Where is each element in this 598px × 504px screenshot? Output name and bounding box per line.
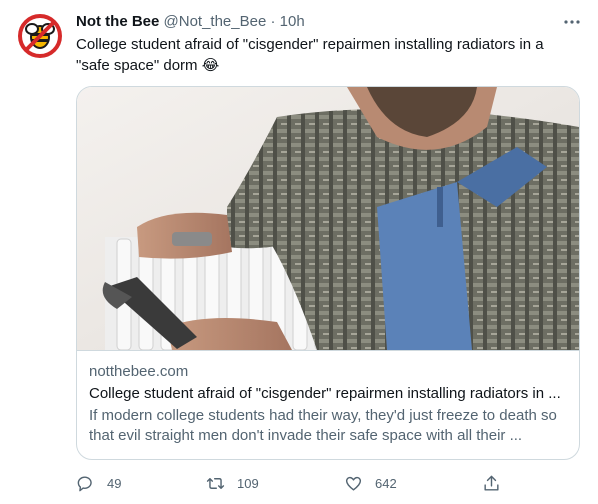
share-button[interactable] xyxy=(482,472,501,494)
share-icon xyxy=(484,475,499,491)
tweet-text: College student afraid of "cisgender" re… xyxy=(76,36,544,74)
more-horizontal-icon xyxy=(564,20,580,24)
card-title[interactable]: College student afraid of "cisgender" re… xyxy=(89,384,569,404)
author-handle[interactable]: @Not_the_Bee xyxy=(164,13,267,30)
reply-count: 49 xyxy=(107,475,122,491)
like-count: 642 xyxy=(375,475,397,491)
reply-icon xyxy=(77,475,92,491)
card-body: notthebee.com College student afraid of … xyxy=(89,362,569,446)
card-description: If modern college students had their way… xyxy=(89,407,557,444)
tweet-header: Not the Bee @Not_the_Bee · 10h xyxy=(76,12,305,32)
link-card[interactable]: notthebee.com College student afraid of … xyxy=(76,86,580,460)
repairman-photo xyxy=(77,87,579,350)
avatar[interactable] xyxy=(16,12,64,60)
tweet-actions: 49 109 642 xyxy=(76,472,506,494)
reply-button[interactable]: 49 xyxy=(76,472,121,494)
bee-logo-icon xyxy=(17,13,63,59)
retweet-button[interactable]: 109 xyxy=(206,472,259,494)
header-separator: · xyxy=(270,13,276,30)
card-image[interactable] xyxy=(77,87,579,351)
author-name[interactable]: Not the Bee xyxy=(76,13,159,30)
retweet-count: 109 xyxy=(237,475,259,491)
like-icon xyxy=(345,476,362,491)
card-domain: notthebee.com xyxy=(89,363,189,380)
tweet[interactable]: Not the Bee @Not_the_Bee · 10h College s… xyxy=(0,0,598,504)
retweet-icon xyxy=(206,477,225,489)
tweet-time[interactable]: 10h xyxy=(280,13,305,30)
more-options-button[interactable] xyxy=(560,12,584,32)
like-button[interactable]: 642 xyxy=(344,472,397,494)
